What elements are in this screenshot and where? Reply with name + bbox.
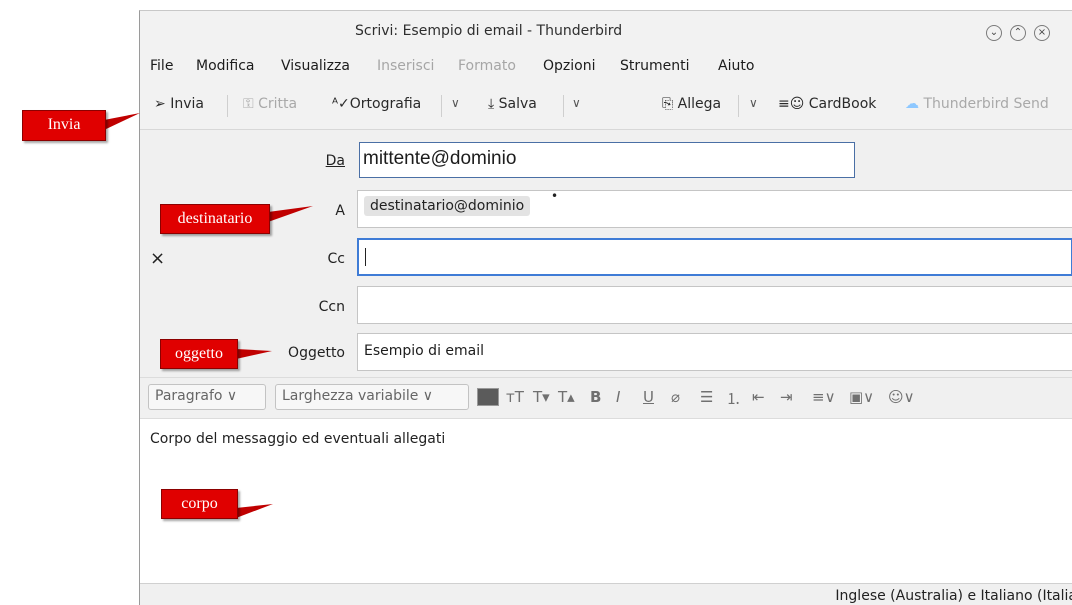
pointer-oggetto bbox=[236, 349, 272, 359]
pointer-corpo bbox=[236, 504, 273, 518]
pointer-destinatario bbox=[268, 206, 313, 222]
callout-body: corpo bbox=[161, 489, 238, 519]
callout-send: Invia bbox=[22, 110, 106, 141]
callout-subject: oggetto bbox=[160, 339, 238, 369]
pointer-invia bbox=[104, 113, 140, 130]
callout-recipient: destinatario bbox=[160, 204, 270, 234]
